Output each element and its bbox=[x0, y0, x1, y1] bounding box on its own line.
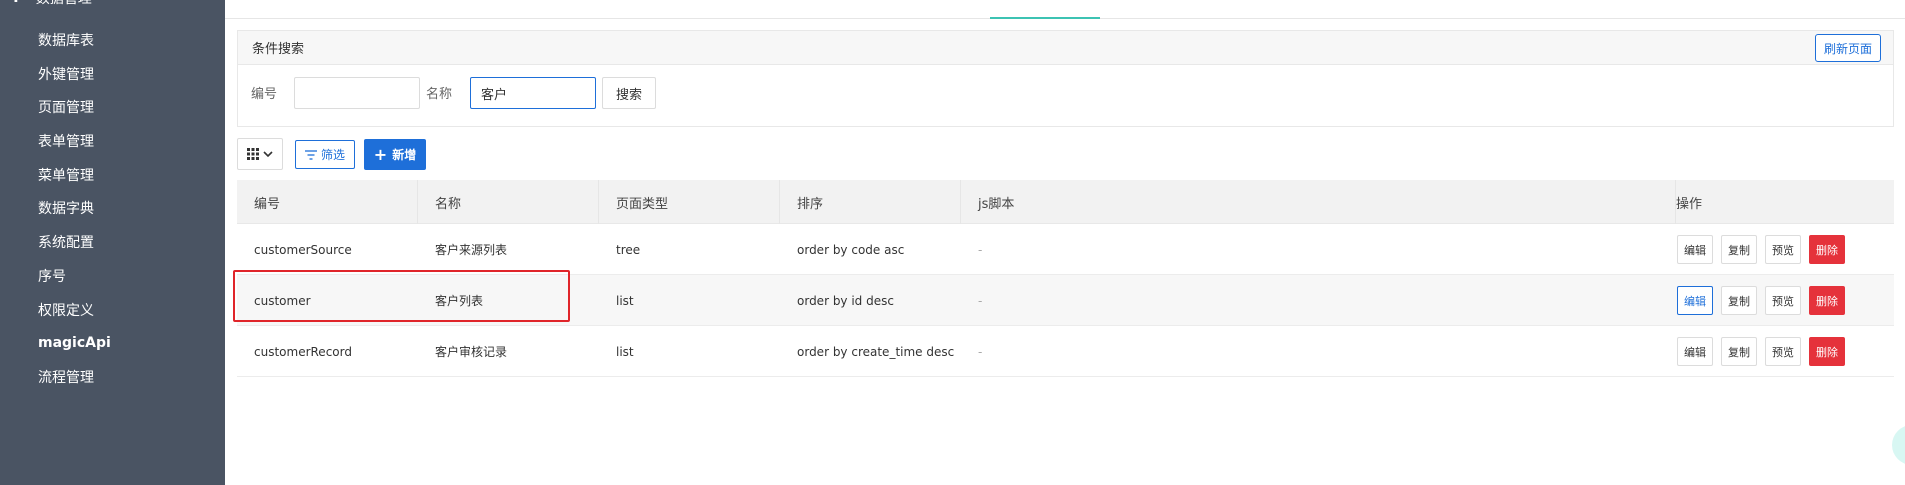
column-header-name[interactable]: 名称 bbox=[418, 180, 599, 224]
name-input[interactable] bbox=[470, 77, 596, 109]
column-toggle-button[interactable] bbox=[237, 138, 283, 170]
filter-button[interactable]: 筛选 bbox=[295, 140, 355, 169]
delete-button[interactable]: 删除 bbox=[1809, 286, 1845, 315]
sidebar-item-sequence[interactable]: 序号 bbox=[38, 258, 66, 294]
sidebar-item-data-dictionary[interactable]: 数据字典 bbox=[38, 190, 94, 226]
filter-icon bbox=[304, 149, 317, 160]
preview-button[interactable]: 预览 bbox=[1765, 286, 1801, 315]
refresh-page-button[interactable]: 刷新页面 bbox=[1814, 34, 1881, 62]
search-row: 编号 名称 搜索 bbox=[238, 77, 1893, 109]
search-panel: 条件搜索 刷新页面 编号 名称 搜索 bbox=[237, 30, 1894, 127]
sidebar-item-menu-management[interactable]: 菜单管理 bbox=[38, 157, 94, 193]
add-button-label: 新增 bbox=[392, 148, 417, 162]
edit-button[interactable]: 编辑 bbox=[1677, 337, 1713, 366]
row-actions: 编辑 复制 预览 删除 bbox=[1677, 286, 1845, 315]
filter-button-label: 筛选 bbox=[320, 148, 345, 162]
tab-bar bbox=[225, 0, 1905, 19]
edit-button[interactable]: 编辑 bbox=[1677, 235, 1713, 264]
sidebar-item-magicapi[interactable]: magicApi bbox=[38, 325, 111, 361]
column-header-order[interactable]: 排序 bbox=[780, 180, 961, 224]
sidebar-item-process-management[interactable]: 流程管理 bbox=[38, 359, 94, 395]
cell-name: 客户列表 bbox=[435, 294, 484, 308]
add-button[interactable]: + 新增 bbox=[364, 139, 426, 170]
sidebar-item-permissions[interactable]: 权限定义 bbox=[38, 292, 94, 328]
pages-table: 编号 名称 页面类型 排序 js脚本 操作 customerSource 客户来… bbox=[237, 180, 1894, 377]
cell-name: 客户审核记录 bbox=[435, 345, 508, 359]
row-actions: 编辑 复制 预览 删除 bbox=[1677, 337, 1845, 366]
table-row[interactable]: customerRecord 客户审核记录 list order by crea… bbox=[237, 326, 1894, 377]
sidebar-item-foreign-keys[interactable]: 外键管理 bbox=[38, 56, 94, 92]
chevron-down-icon bbox=[263, 151, 273, 158]
column-header-js-script[interactable]: js脚本 bbox=[961, 180, 1676, 224]
column-header-actions: 操作 bbox=[1676, 196, 1703, 212]
table-row[interactable]: customer 客户列表 list order by id desc - 编辑… bbox=[237, 275, 1894, 326]
copy-button[interactable]: 复制 bbox=[1721, 337, 1757, 366]
cell-code: customerRecord bbox=[254, 344, 352, 359]
cell-code: customer bbox=[254, 293, 311, 308]
active-tab-indicator bbox=[990, 17, 1100, 19]
sidebar-item-page-management[interactable]: 页面管理 bbox=[38, 89, 94, 125]
cell-page-type: list bbox=[616, 293, 634, 308]
code-label: 编号 bbox=[251, 87, 278, 102]
database-icon: ✚ bbox=[10, 0, 22, 6]
search-panel-title: 条件搜索 bbox=[252, 42, 305, 57]
table-row[interactable]: customerSource 客户来源列表 tree order by code… bbox=[237, 224, 1894, 275]
sidebar-item-form-management[interactable]: 表单管理 bbox=[38, 123, 94, 159]
search-panel-header: 条件搜索 bbox=[238, 31, 1893, 65]
column-header-code[interactable]: 编号 bbox=[237, 180, 418, 224]
copy-button[interactable]: 复制 bbox=[1721, 286, 1757, 315]
cell-js-script: - bbox=[978, 344, 983, 359]
delete-button[interactable]: 删除 bbox=[1809, 235, 1845, 264]
cell-page-type: list bbox=[616, 344, 634, 359]
preview-button[interactable]: 预览 bbox=[1765, 235, 1801, 264]
grid-icon bbox=[247, 148, 259, 160]
code-input[interactable] bbox=[294, 77, 420, 109]
cell-js-script: - bbox=[978, 242, 983, 257]
copy-button[interactable]: 复制 bbox=[1721, 235, 1757, 264]
plus-icon: + bbox=[373, 144, 388, 164]
cell-name: 客户来源列表 bbox=[435, 243, 508, 257]
cell-order: order by id desc bbox=[797, 293, 894, 308]
cell-code: customerSource bbox=[254, 242, 352, 257]
table-header: 编号 名称 页面类型 排序 js脚本 操作 bbox=[237, 180, 1894, 224]
cell-order: order by code asc bbox=[797, 242, 905, 257]
preview-button[interactable]: 预览 bbox=[1765, 337, 1801, 366]
row-actions: 编辑 复制 预览 删除 bbox=[1677, 235, 1845, 264]
sidebar-item-system-config[interactable]: 系统配置 bbox=[38, 224, 94, 260]
sidebar-group-label: 数据管理 bbox=[36, 0, 92, 8]
sidebar-item-database-tables[interactable]: 数据库表 bbox=[38, 22, 94, 58]
floating-help-button[interactable] bbox=[1892, 425, 1905, 465]
cell-order: order by create_time desc bbox=[797, 344, 955, 359]
cell-js-script: - bbox=[978, 293, 983, 308]
name-label: 名称 bbox=[426, 87, 453, 102]
sidebar-group-header[interactable]: ✚ 数据管理 bbox=[0, 0, 225, 12]
edit-button[interactable]: 编辑 bbox=[1677, 286, 1713, 315]
column-header-page-type[interactable]: 页面类型 bbox=[599, 180, 780, 224]
cell-page-type: tree bbox=[616, 242, 641, 257]
search-button[interactable]: 搜索 bbox=[602, 77, 656, 109]
delete-button[interactable]: 删除 bbox=[1809, 337, 1845, 366]
sidebar: ✚ 数据管理 数据库表 外键管理 页面管理 表单管理 菜单管理 数据字典 系统配… bbox=[0, 0, 225, 485]
